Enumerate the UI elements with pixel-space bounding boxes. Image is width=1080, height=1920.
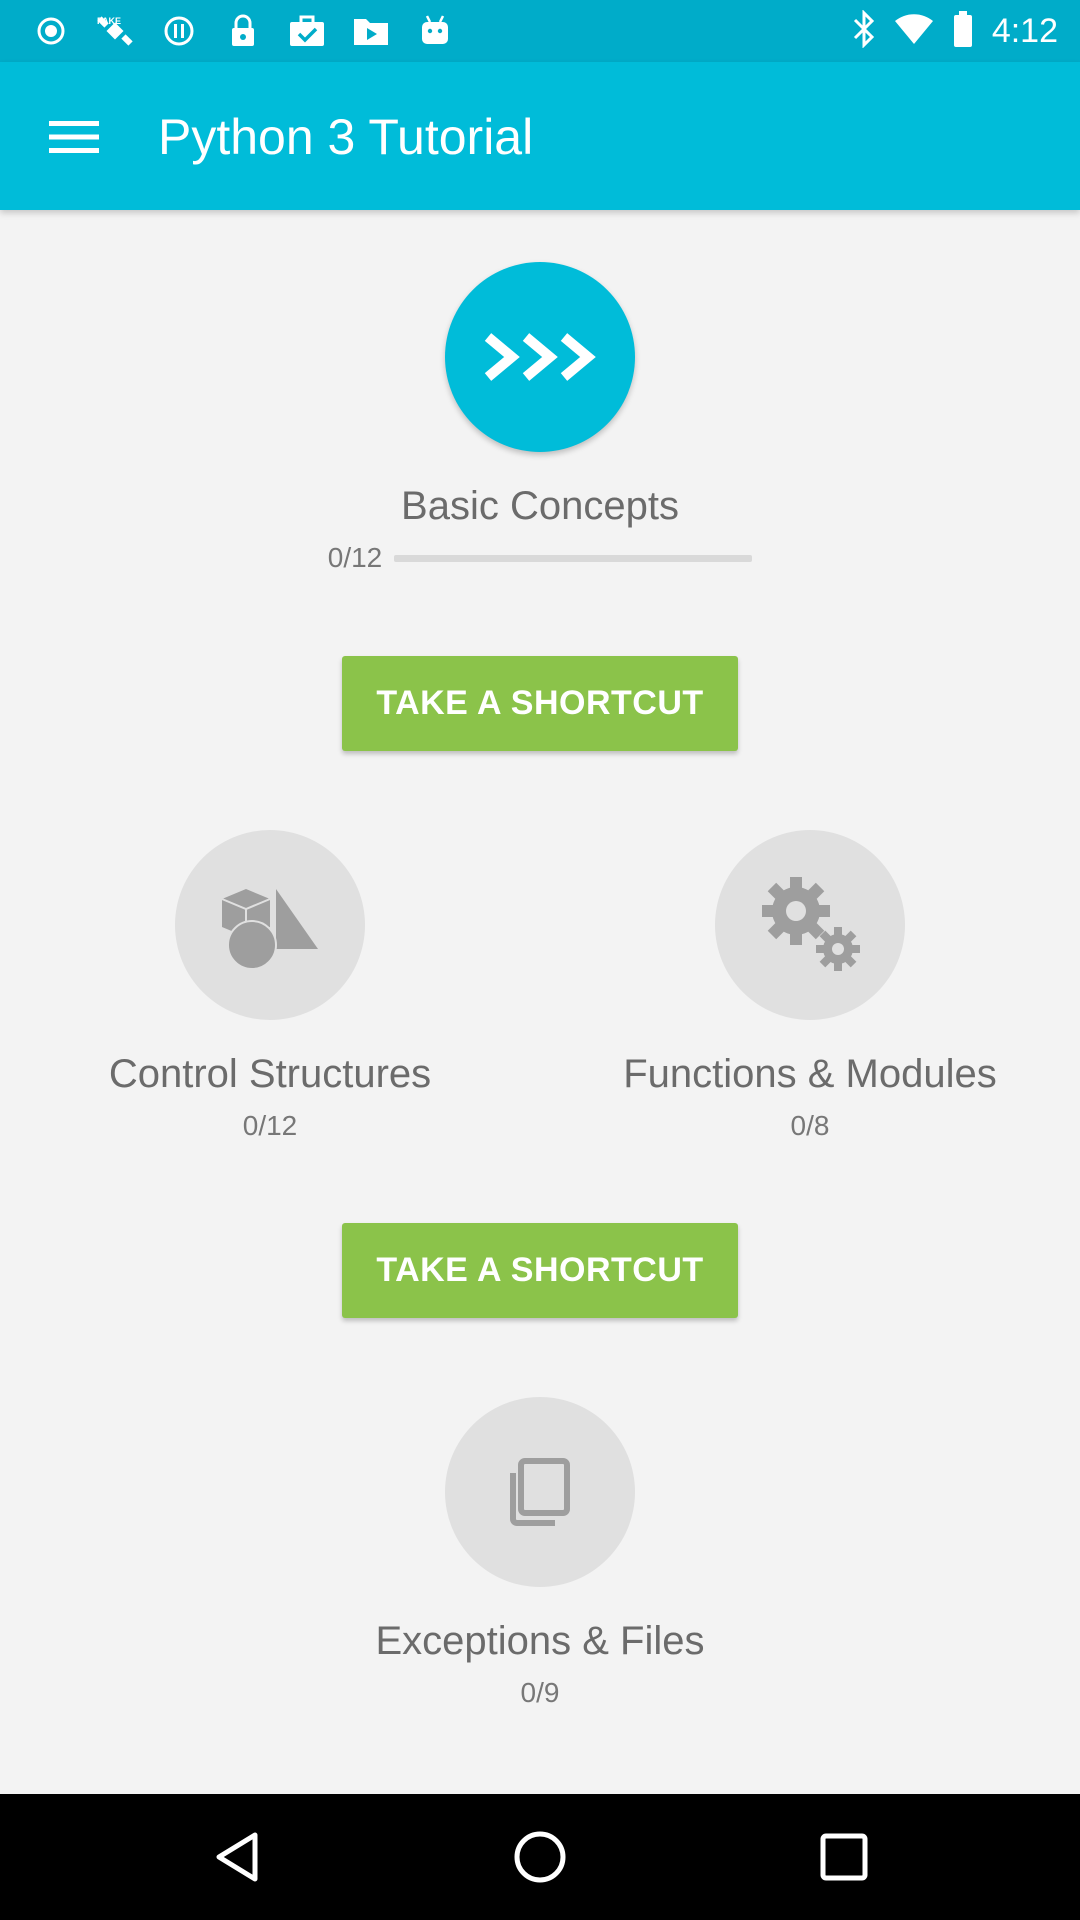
- prompt-chevrons-icon: [484, 333, 596, 381]
- lesson-progress: 0/12: [243, 1108, 298, 1144]
- system-status-icons: 4:12: [852, 8, 1058, 53]
- lesson-circle-basic-concepts[interactable]: [445, 262, 635, 452]
- lesson-title: Basic Concepts: [401, 484, 679, 528]
- lesson-progress: 0/12: [328, 540, 753, 576]
- lesson-exceptions-files[interactable]: Exceptions & Files 0/9: [0, 1397, 1080, 1711]
- lesson-basic-concepts[interactable]: Basic Concepts 0/12: [0, 262, 1080, 576]
- take-shortcut-button-1[interactable]: TAKE A SHORTCUT: [342, 656, 738, 751]
- lesson-map: Basic Concepts 0/12 TAKE A SHORTCUT Cont…: [0, 210, 1080, 1794]
- lesson-progress: 0/8: [791, 1108, 830, 1144]
- notification-icons: FAKE: [30, 10, 456, 52]
- shapes-icon: [221, 889, 318, 970]
- progress-bar: [394, 554, 753, 562]
- lesson-title: Functions & Modules: [623, 1052, 997, 1096]
- lesson-circle-control-structures[interactable]: [175, 830, 365, 1020]
- take-shortcut-button-2[interactable]: TAKE A SHORTCUT: [342, 1223, 738, 1318]
- battery-icon: [952, 10, 974, 53]
- status-bar: FAKE 4:12: [0, 0, 1080, 62]
- recents-icon: [820, 1833, 868, 1881]
- app-title: Python 3 Tutorial: [158, 109, 534, 165]
- lesson-functions-modules[interactable]: Functions & Modules 0/8: [580, 830, 1040, 1144]
- pause-circle-icon: [158, 10, 200, 52]
- lesson-title: Control Structures: [108, 1052, 432, 1096]
- gears-icon: [762, 877, 860, 971]
- wifi-icon: [894, 13, 934, 50]
- play-folder-icon: [350, 10, 392, 52]
- back-icon: [216, 1832, 258, 1882]
- bluetooth-icon: [852, 8, 876, 53]
- navigation-bar: [0, 1794, 1080, 1920]
- app-bar: Python 3 Tutorial: [0, 62, 1080, 210]
- recents-button[interactable]: [814, 1827, 874, 1887]
- record-icon: [30, 10, 72, 52]
- briefcase-check-icon: [286, 10, 328, 52]
- lesson-control-structures[interactable]: Control Structures 0/12: [40, 830, 500, 1144]
- lesson-progress: 0/9: [521, 1675, 560, 1711]
- lesson-count: 0/12: [242, 1110, 298, 1141]
- status-time: 4:12: [991, 11, 1058, 50]
- lesson-count: 0/9: [520, 1677, 560, 1708]
- svg-text:FAKE: FAKE: [97, 16, 121, 26]
- files-icon: [510, 1458, 570, 1526]
- menu-button[interactable]: [34, 102, 114, 172]
- android-icon: [414, 10, 456, 52]
- satellite-icon: FAKE: [94, 10, 136, 52]
- home-icon: [514, 1831, 566, 1883]
- lock-icon: [222, 10, 264, 52]
- lesson-circle-functions-modules[interactable]: [715, 830, 905, 1020]
- menu-icon: [49, 121, 99, 153]
- lesson-count: 0/8: [790, 1110, 830, 1141]
- lesson-circle-exceptions-files[interactable]: [445, 1397, 635, 1587]
- lesson-title: Exceptions & Files: [375, 1619, 705, 1663]
- back-button[interactable]: [206, 1827, 266, 1887]
- lesson-count: 0/12: [327, 542, 383, 573]
- home-button[interactable]: [510, 1827, 570, 1887]
